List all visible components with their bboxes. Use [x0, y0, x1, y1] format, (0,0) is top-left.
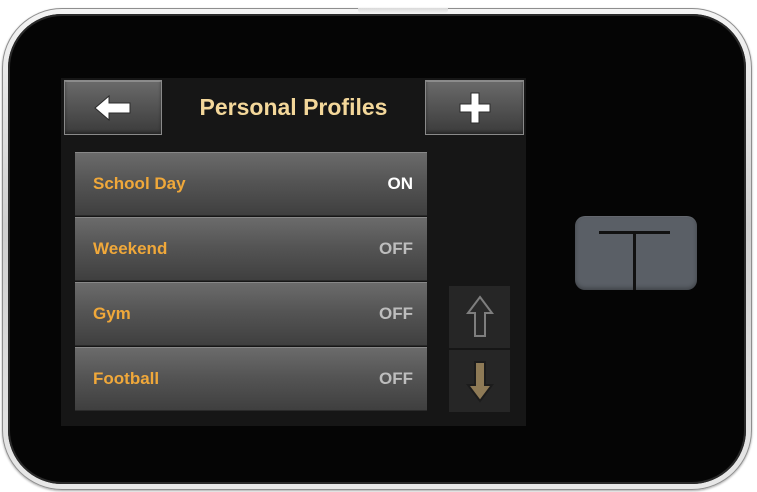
t-logo-home-button[interactable] [575, 216, 697, 290]
profile-item-gym[interactable]: Gym OFF [75, 282, 427, 346]
profile-status: ON [387, 174, 414, 193]
profile-name: School Day [93, 174, 186, 193]
t-logo-stem [633, 231, 636, 290]
add-profile-button[interactable] [425, 80, 524, 135]
page-title: Personal Profiles [199, 94, 388, 120]
profile-item-weekend[interactable]: Weekend OFF [75, 217, 427, 281]
profile-name: Weekend [93, 239, 168, 258]
profile-name: Gym [93, 304, 131, 323]
profile-list: School Day ON Weekend OFF Gym OFF Footba… [75, 152, 427, 412]
device-top-button [358, 8, 448, 13]
left-arrow-icon [94, 94, 131, 121]
plus-icon [459, 92, 490, 123]
back-button[interactable] [64, 80, 162, 135]
profile-item-school-day[interactable]: School Day ON [75, 152, 427, 216]
down-arrow-icon [465, 361, 494, 403]
touchscreen: Personal Profiles School Day ON Weekend … [61, 78, 526, 426]
profile-status: OFF [379, 239, 413, 258]
scroll-down-button[interactable] [449, 350, 510, 412]
profile-status: OFF [379, 304, 413, 323]
up-arrow-icon [465, 295, 494, 337]
profile-status: OFF [379, 369, 413, 388]
scroll-up-button[interactable] [449, 286, 510, 348]
profile-name: Football [93, 369, 160, 388]
profile-item-football[interactable]: Football OFF [75, 347, 427, 411]
